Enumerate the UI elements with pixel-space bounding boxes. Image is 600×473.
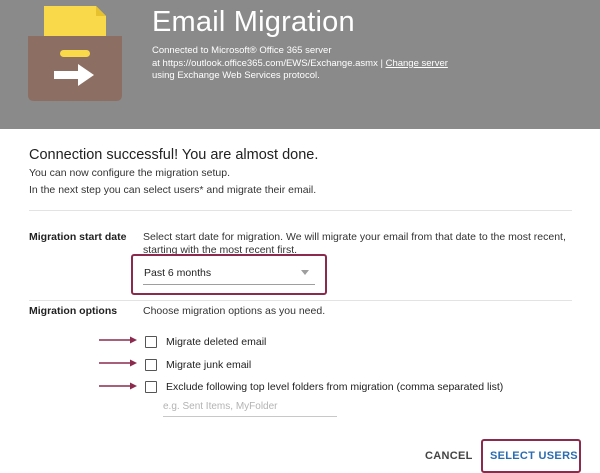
caret-down-icon [301,270,309,275]
start-date-select-value: Past 6 months [144,267,212,279]
page-title: Email Migration [152,6,355,38]
cancel-button[interactable]: CANCEL [425,450,473,462]
mail-archive-export-icon [28,6,122,101]
checkbox-migrate-junk[interactable] [145,359,157,371]
connection-info: Connected to Microsoft® Office 365 serve… [152,45,572,83]
option-junk-email: Migrate junk email [145,358,251,372]
annotation-arrow-icon [99,336,137,344]
success-title: Connection successful! You are almost do… [29,147,319,163]
option-deleted-email: Migrate deleted email [145,335,266,349]
section-divider [29,210,572,211]
section-divider [29,300,572,301]
server-url-text: at https://outlook.office365.com/EWS/Exc… [152,57,386,69]
connection-line-1: Connected to Microsoft® Office 365 serve… [152,45,332,56]
annotation-arrow-icon [99,359,137,367]
annotation-arrow-icon [99,382,137,390]
migration-options-label: Migration options [29,305,118,317]
option-label[interactable]: Migrate deleted email [166,336,266,348]
app-header: Email Migration Connected to Microsoft® … [0,0,600,129]
option-label[interactable]: Migrate junk email [166,359,251,371]
migration-options-description: Choose migration options as you need. [143,305,326,317]
excluded-folders-input[interactable] [163,396,337,417]
connection-line-2: at https://outlook.office365.com/EWS/Exc… [152,58,572,71]
checkbox-exclude-folders[interactable] [145,381,157,393]
option-exclude-folders: Exclude following top level folders from… [145,380,503,394]
checkbox-migrate-deleted[interactable] [145,336,157,348]
option-label[interactable]: Exclude following top level folders from… [166,381,503,393]
connection-line-3: using Exchange Web Services protocol. [152,70,320,81]
change-server-link[interactable]: Change server [386,58,448,69]
select-users-button[interactable]: SELECT USERS [490,450,578,462]
info-line-configure: You can now configure the migration setu… [29,167,230,179]
info-line-next-step: In the next step you can select users* a… [29,184,317,196]
start-date-label: Migration start date [29,231,127,243]
start-date-select[interactable]: Past 6 months [143,262,315,285]
